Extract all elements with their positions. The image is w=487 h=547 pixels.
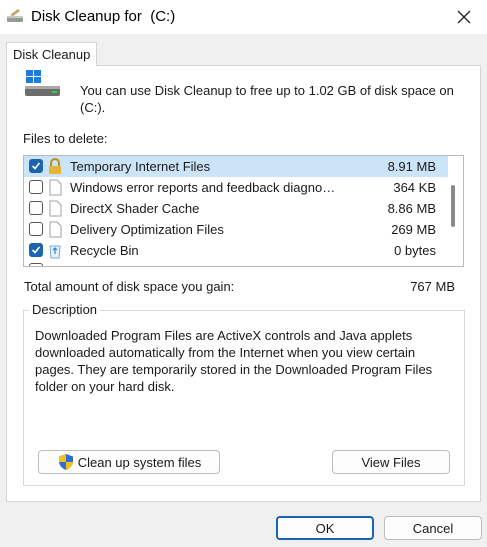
clean-up-system-files-label: Clean up system files [77, 454, 202, 470]
ok-button[interactable]: OK [276, 516, 374, 540]
close-icon [457, 10, 471, 24]
total-value: 767 MB [410, 279, 455, 294]
checkbox[interactable] [29, 159, 43, 173]
close-button[interactable] [441, 0, 487, 34]
checkmark-icon [31, 246, 41, 254]
checkbox[interactable] [29, 243, 43, 257]
list-item[interactable]: Windows error reports and feedback diagn… [24, 177, 448, 198]
title-bar: Disk Cleanup for (C:) [0, 0, 487, 34]
file-size: 0 bytes [394, 243, 436, 258]
description-title: Description [29, 302, 101, 317]
total-label: Total amount of disk space you gain: [24, 279, 235, 294]
file-size: 8.91 MB [387, 159, 436, 174]
files-list[interactable]: Temporary Internet Files 8.91 MB Windows… [23, 155, 464, 267]
file-name: Windows error reports and feedback diagn… [70, 180, 340, 195]
lock-icon [49, 158, 61, 174]
file-name: Delivery Optimization Files [70, 222, 224, 237]
tab-disk-cleanup[interactable]: Disk Cleanup [6, 42, 98, 66]
file-size: 364 KB [393, 180, 436, 195]
recycle-bin-icon [49, 245, 61, 259]
list-item[interactable]: Delivery Optimization Files 269 MB [24, 219, 448, 240]
checkbox[interactable] [29, 222, 43, 236]
description-text: Downloaded Program Files are ActiveX con… [35, 328, 433, 394]
file-icon [49, 221, 62, 238]
checkmark-icon [31, 162, 41, 170]
list-item[interactable]: Recycle Bin 0 bytes [24, 240, 448, 261]
clean-up-system-files-button[interactable]: Clean up system files [38, 450, 220, 474]
list-scrollbar-thumb[interactable] [451, 185, 455, 227]
checkbox[interactable] [29, 180, 43, 194]
checkbox[interactable] [29, 201, 43, 215]
list-item[interactable]: Temporary Internet Files 8.91 MB [24, 156, 448, 177]
checkbox [29, 263, 43, 266]
file-icon [49, 200, 62, 217]
file-name: Recycle Bin [70, 243, 139, 258]
file-size: 8.86 MB [387, 201, 436, 216]
view-files-button[interactable]: View Files [332, 450, 450, 474]
files-to-delete-label: Files to delete: [23, 131, 108, 146]
window-title: Disk Cleanup for (C:) [31, 8, 176, 25]
disk-cleanup-app-icon [7, 9, 23, 22]
file-size: 269 MB [391, 222, 436, 237]
drive-icon [25, 70, 60, 96]
file-name: Temporary Internet Files [70, 159, 211, 174]
list-item-partial [24, 261, 448, 266]
file-icon [49, 179, 62, 196]
uac-shield-icon [58, 454, 73, 470]
file-name: DirectX Shader Cache [70, 201, 200, 216]
intro-text: You can use Disk Cleanup to free up to 1… [80, 83, 454, 115]
list-item[interactable]: DirectX Shader Cache 8.86 MB [24, 198, 448, 219]
cancel-button[interactable]: Cancel [384, 516, 482, 540]
